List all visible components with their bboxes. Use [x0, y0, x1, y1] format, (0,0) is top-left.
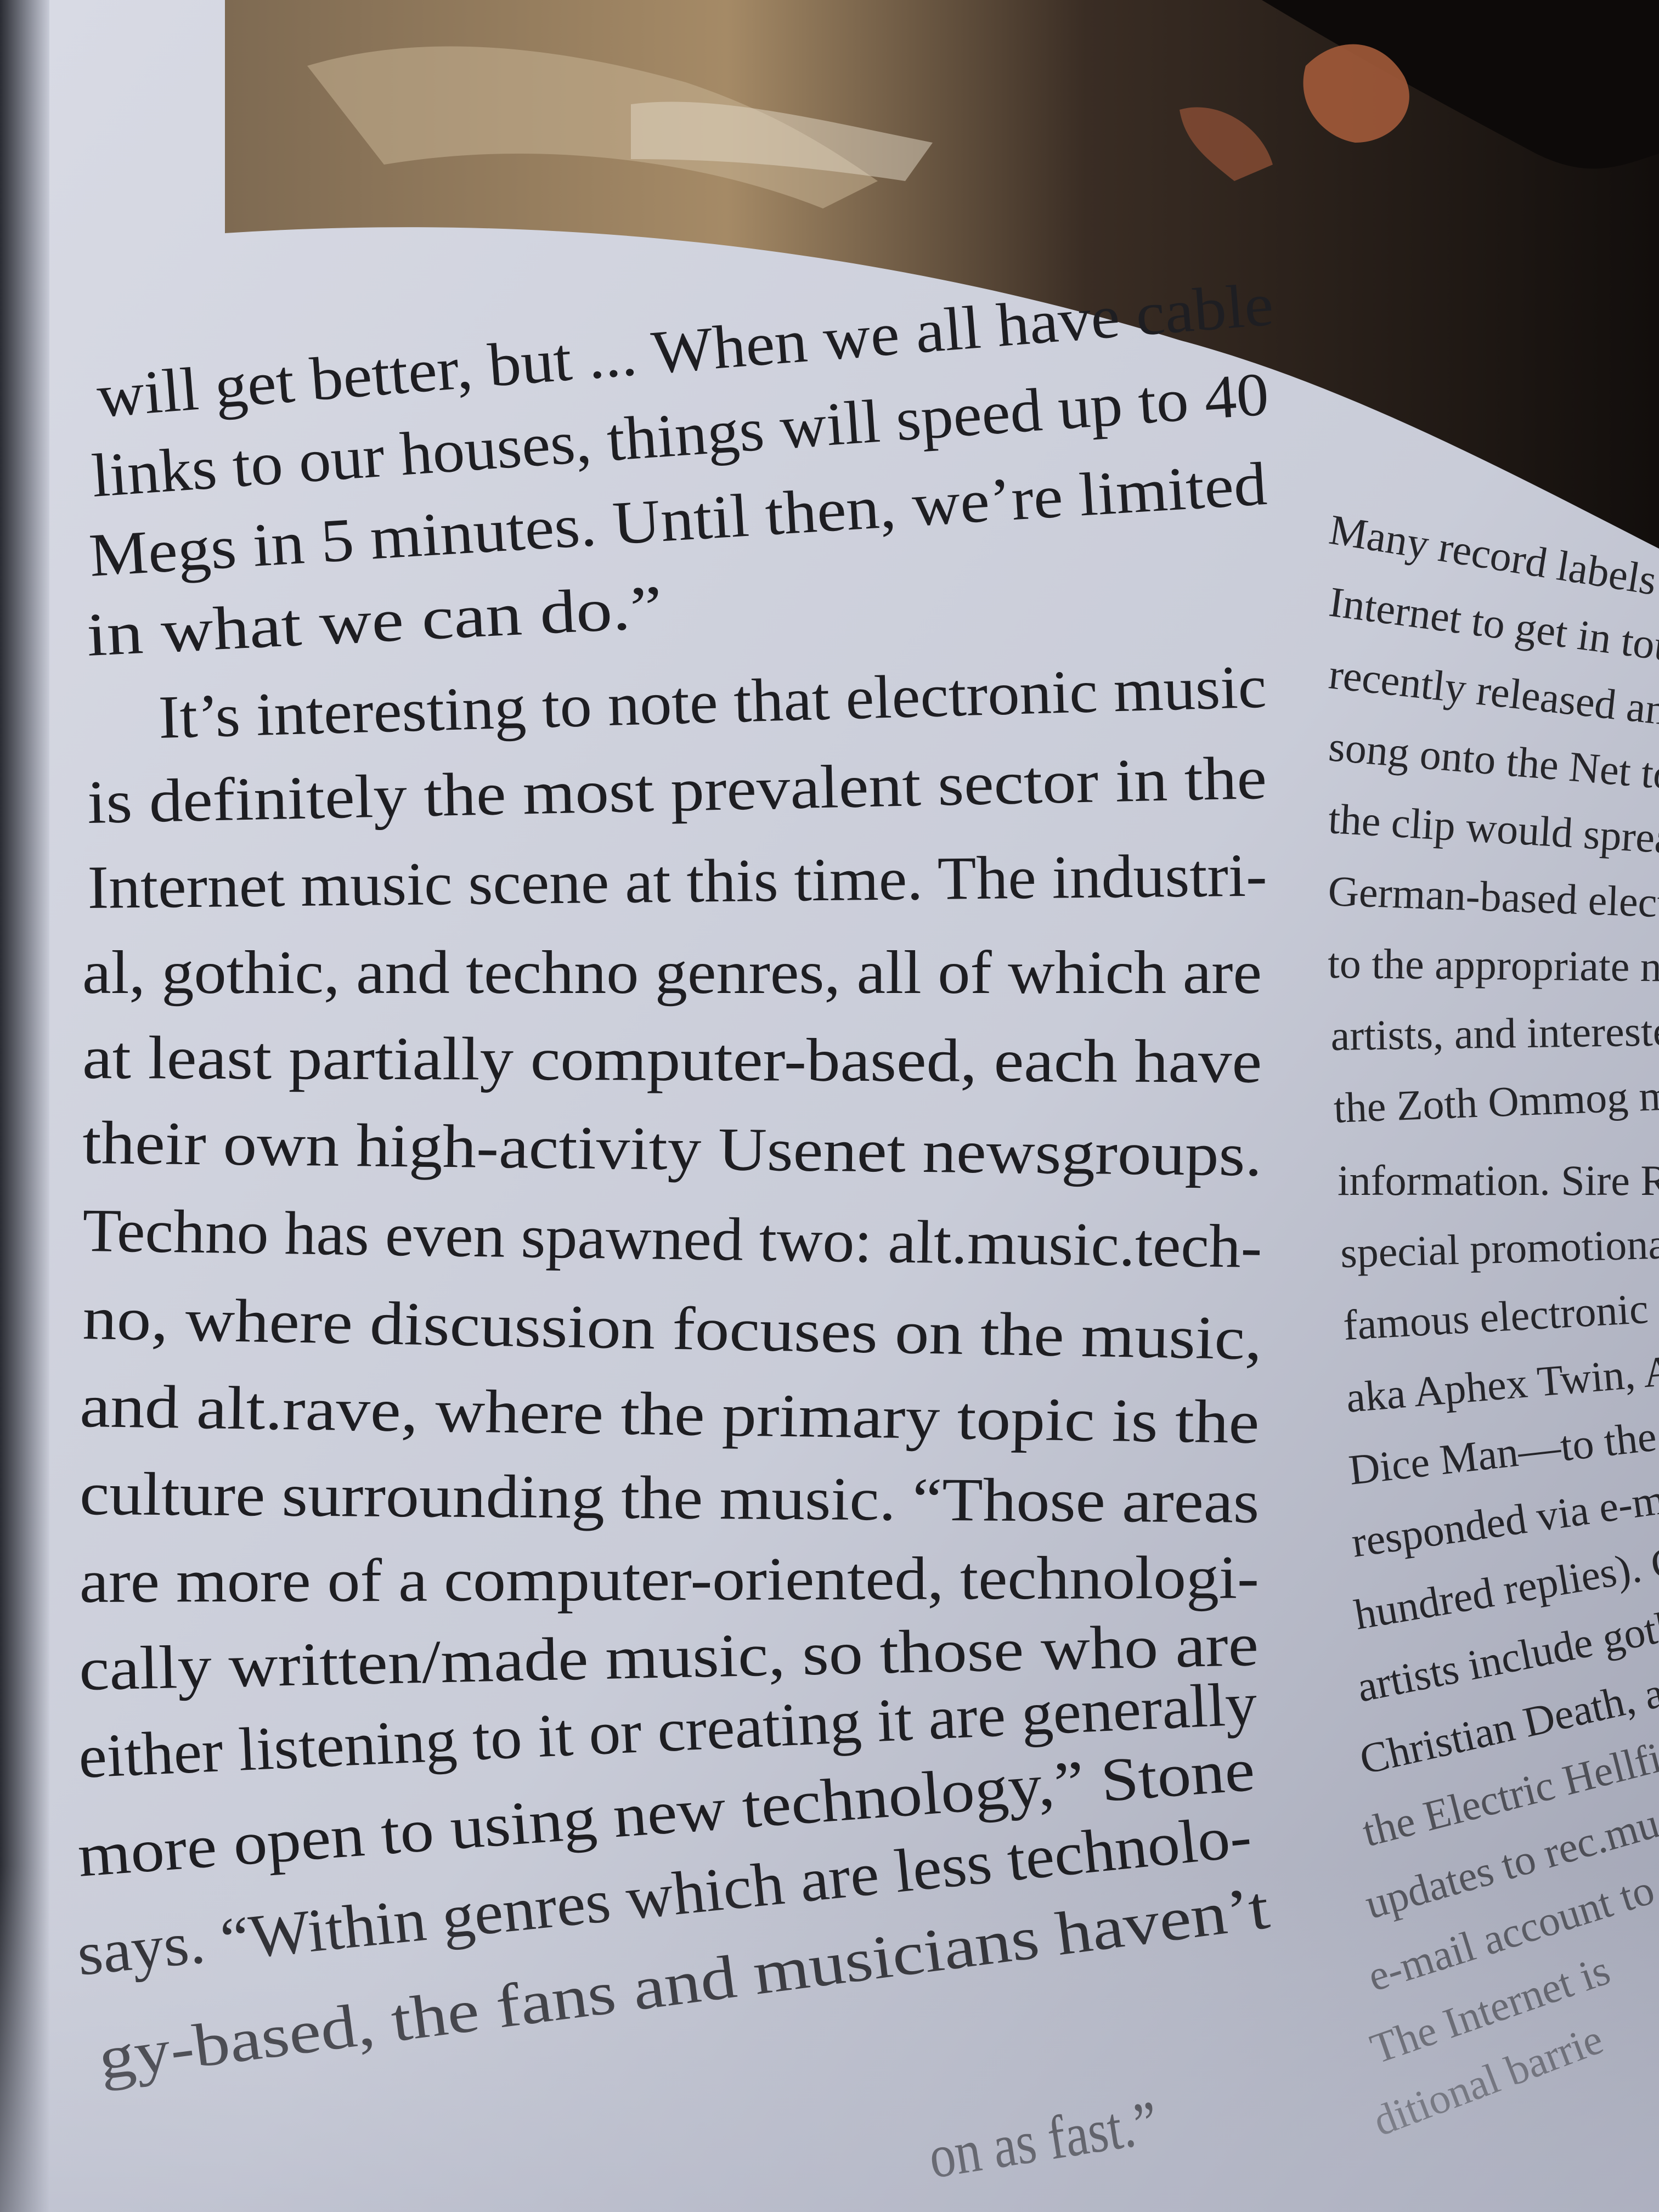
left-column-line: culture surrounding the music. “Those ar… [80, 1460, 1260, 1536]
book-page-photo: will get better, but ... When we all hav… [0, 0, 1659, 2212]
right-column-line: to the appropriate newsgro [1328, 939, 1659, 992]
left-column-line: at least partially computer-based, each … [82, 1024, 1262, 1096]
left-column-line: al, gothic, and techno genres, all of wh… [82, 939, 1262, 1007]
right-column-line: artists, and interested parti [1330, 1006, 1659, 1059]
left-column-line: Internet music scene at this time. The i… [87, 841, 1267, 922]
focus-fade [0, 1865, 1659, 2212]
right-column-line: information. Sire Record [1338, 1156, 1659, 1204]
left-column-line: their own high-activity Usenet newsgroup… [82, 1109, 1262, 1189]
left-column-line: are more of a computer-oriented, technol… [80, 1543, 1259, 1616]
